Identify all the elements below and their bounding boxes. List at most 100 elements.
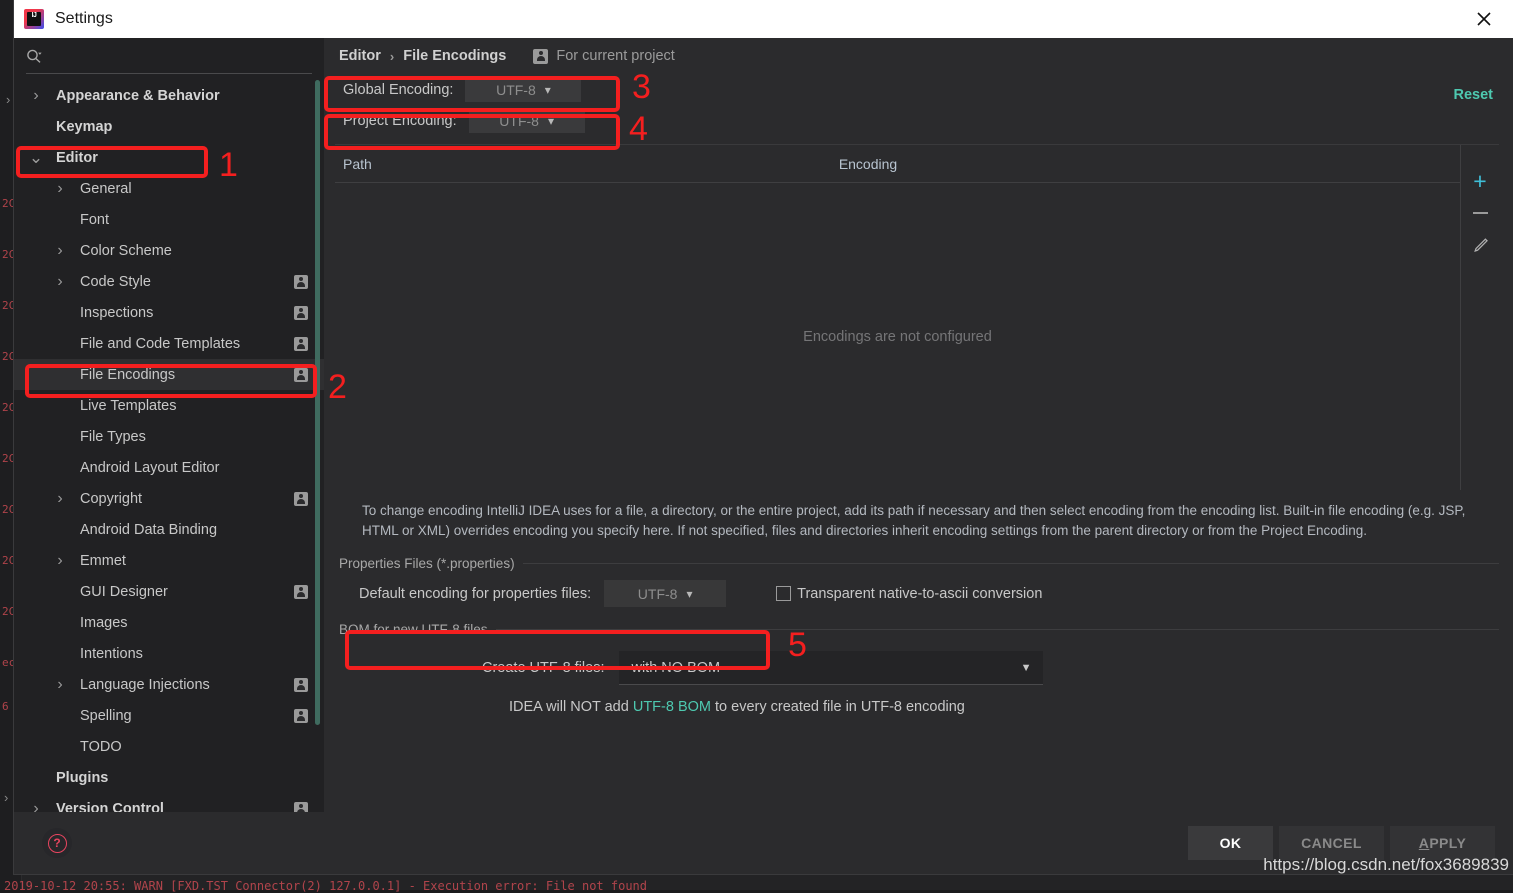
help-button[interactable]: ? xyxy=(42,828,72,858)
edit-encoding-button[interactable] xyxy=(1464,229,1496,261)
global-encoding-select[interactable]: UTF-8 ▾ xyxy=(465,77,581,102)
chevron-right-icon[interactable]: › xyxy=(52,553,68,569)
watermark-url: https://blog.csdn.net/fox3689839 xyxy=(1263,855,1509,875)
dialog-body: ›Appearance & BehaviorKeymap⌄Editor›Gene… xyxy=(14,38,1513,812)
bom-note-suffix: to every created file in UTF-8 encoding xyxy=(711,699,965,715)
sidebar-item-label: Live Templates xyxy=(80,398,176,414)
chevron-down-icon[interactable]: ⌄ xyxy=(28,150,44,166)
reset-link[interactable]: Reset xyxy=(1454,87,1494,103)
sidebar-item-images[interactable]: Images xyxy=(14,607,324,638)
bom-select-value: with NO BOM xyxy=(631,660,720,676)
chevron-right-icon[interactable]: › xyxy=(52,274,68,290)
chevron-down-icon: ▾ xyxy=(548,115,554,127)
sidebar-item-label: File Encodings xyxy=(80,367,175,383)
sidebar-item-version-control[interactable]: ›Version Control xyxy=(14,793,324,812)
chevron-right-icon[interactable]: › xyxy=(52,181,68,197)
person-badge-icon xyxy=(294,337,308,351)
sidebar-item-inspections[interactable]: Inspections xyxy=(14,297,324,328)
settings-sidebar: › Appearance & Behavior Keymap ⌄Editor›Gene… xyxy=(14,38,325,812)
sidebar-item-file-and-code-templates[interactable]: File and Code Templates xyxy=(14,328,324,359)
dialog-titlebar: IJ Settings xyxy=(14,0,1513,38)
chevron-right-icon[interactable]: › xyxy=(52,491,68,507)
chevron-right-icon[interactable]: › xyxy=(52,677,68,693)
sidebar-item-label: Plugins xyxy=(56,770,108,786)
chevron-right-icon[interactable]: › xyxy=(28,801,44,813)
checkbox-icon xyxy=(776,586,791,601)
sidebar-item-label: Emmet xyxy=(80,553,126,569)
bom-select-row: Create UTF-8 files: with NO BOM ▼ xyxy=(335,651,1499,685)
project-encoding-select[interactable]: UTF-8 ▾ xyxy=(469,108,585,133)
sidebar-item-font[interactable]: Font xyxy=(14,204,324,235)
sidebar-item-spelling[interactable]: Spelling xyxy=(14,700,324,731)
group-divider xyxy=(523,563,1499,564)
search-input[interactable] xyxy=(48,46,312,66)
global-encoding-row: Global Encoding: UTF-8 ▾ xyxy=(335,74,1499,105)
bom-group-title: BOM for new UTF-8 files xyxy=(339,622,488,637)
global-encoding-label: Global Encoding: xyxy=(343,82,453,98)
sidebar-item-live-templates[interactable]: Live Templates xyxy=(14,390,324,421)
project-encoding-value: UTF-8 xyxy=(499,113,539,129)
table-toolbar: + xyxy=(1460,145,1499,490)
sidebar-item-android-layout-editor[interactable]: Android Layout Editor xyxy=(14,452,324,483)
sidebar-scrollbar-track[interactable] xyxy=(311,74,324,812)
sidebar-item-general[interactable]: ›General xyxy=(14,173,324,204)
sidebar-item-emmet[interactable]: › Emmet xyxy=(14,545,324,576)
sidebar-item-intentions[interactable]: Intentions xyxy=(14,638,324,669)
scope-badge: For current project xyxy=(533,48,674,64)
sidebar-item-label: Spelling xyxy=(80,708,132,724)
bom-group-header: BOM for new UTF-8 files xyxy=(335,622,1499,637)
chevron-down-icon: ▾ xyxy=(545,84,551,96)
close-button[interactable] xyxy=(1455,0,1513,38)
breadcrumb-parent[interactable]: Editor xyxy=(339,48,381,64)
sidebar-item-file-encodings[interactable]: File Encodings xyxy=(14,359,324,390)
bom-select[interactable]: with NO BOM ▼ xyxy=(619,651,1043,685)
column-header-path[interactable]: Path xyxy=(343,156,372,172)
properties-encoding-value: UTF-8 xyxy=(638,586,678,602)
sidebar-search-row xyxy=(14,38,324,74)
remove-encoding-button[interactable] xyxy=(1464,197,1496,229)
sidebar-scrollbar-thumb[interactable] xyxy=(315,80,320,725)
close-icon xyxy=(1475,10,1493,28)
bg-chevron-icon: › xyxy=(6,92,10,107)
project-encoding-label: Project Encoding: xyxy=(343,113,457,129)
sidebar-item-editor[interactable]: ⌄Editor xyxy=(14,142,324,173)
triangle-down-icon: ▼ xyxy=(1021,662,1032,674)
add-encoding-button[interactable]: + xyxy=(1464,165,1496,197)
chevron-right-icon[interactable]: › xyxy=(28,88,44,104)
sidebar-item-color-scheme[interactable]: › Color Scheme xyxy=(14,235,324,266)
pencil-icon xyxy=(1472,237,1489,254)
person-badge-icon xyxy=(294,678,308,692)
transparent-conversion-checkbox[interactable]: Transparent native-to-ascii conversion xyxy=(776,586,1042,602)
sidebar-item-appearance-behavior[interactable]: › Appearance & Behavior xyxy=(14,80,324,111)
chevron-right-icon[interactable]: › xyxy=(52,243,68,259)
person-badge-icon xyxy=(294,306,308,320)
sidebar-item-label: Code Style xyxy=(80,274,151,290)
search-icon xyxy=(26,49,43,64)
person-badge-icon xyxy=(294,492,308,506)
scope-label: For current project xyxy=(556,48,674,64)
properties-encoding-select[interactable]: UTF-8 ▾ xyxy=(604,580,726,607)
ok-button[interactable]: OK xyxy=(1188,826,1273,860)
sidebar-item-file-types[interactable]: File Types xyxy=(14,421,324,452)
sidebar-item-plugins[interactable]: Plugins xyxy=(14,762,324,793)
column-header-encoding[interactable]: Encoding xyxy=(839,156,897,172)
question-mark-icon: ? xyxy=(48,834,67,853)
sidebar-item-label: Appearance & Behavior xyxy=(56,88,220,104)
sidebar-item-android-data-binding[interactable]: Android Data Binding xyxy=(14,514,324,545)
properties-group-title: Properties Files (*.properties) xyxy=(339,556,515,571)
person-badge-icon xyxy=(294,585,308,599)
properties-encoding-label: Default encoding for properties files: xyxy=(359,586,591,602)
transparent-conversion-label: Transparent native-to-ascii conversion xyxy=(797,586,1042,602)
sidebar-item-language-injections[interactable]: ›Language Injections xyxy=(14,669,324,700)
sidebar-item-keymap[interactable]: Keymap xyxy=(14,111,324,142)
sidebar-item-label: Keymap xyxy=(56,119,112,135)
settings-content: Editor › File Encodings For current proj… xyxy=(325,38,1513,812)
sidebar-item-todo[interactable]: TODO xyxy=(14,731,324,762)
intellij-logo-icon: IJ xyxy=(24,9,44,29)
sidebar-item-label: Color Scheme xyxy=(80,243,172,259)
table-empty-state: Encodings are not configured xyxy=(335,183,1460,490)
sidebar-item-copyright[interactable]: ›Copyright xyxy=(14,483,324,514)
settings-dialog: IJ Settings ›A xyxy=(14,0,1513,874)
sidebar-item-code-style[interactable]: › Code Style xyxy=(14,266,324,297)
sidebar-item-gui-designer[interactable]: GUI Designer xyxy=(14,576,324,607)
